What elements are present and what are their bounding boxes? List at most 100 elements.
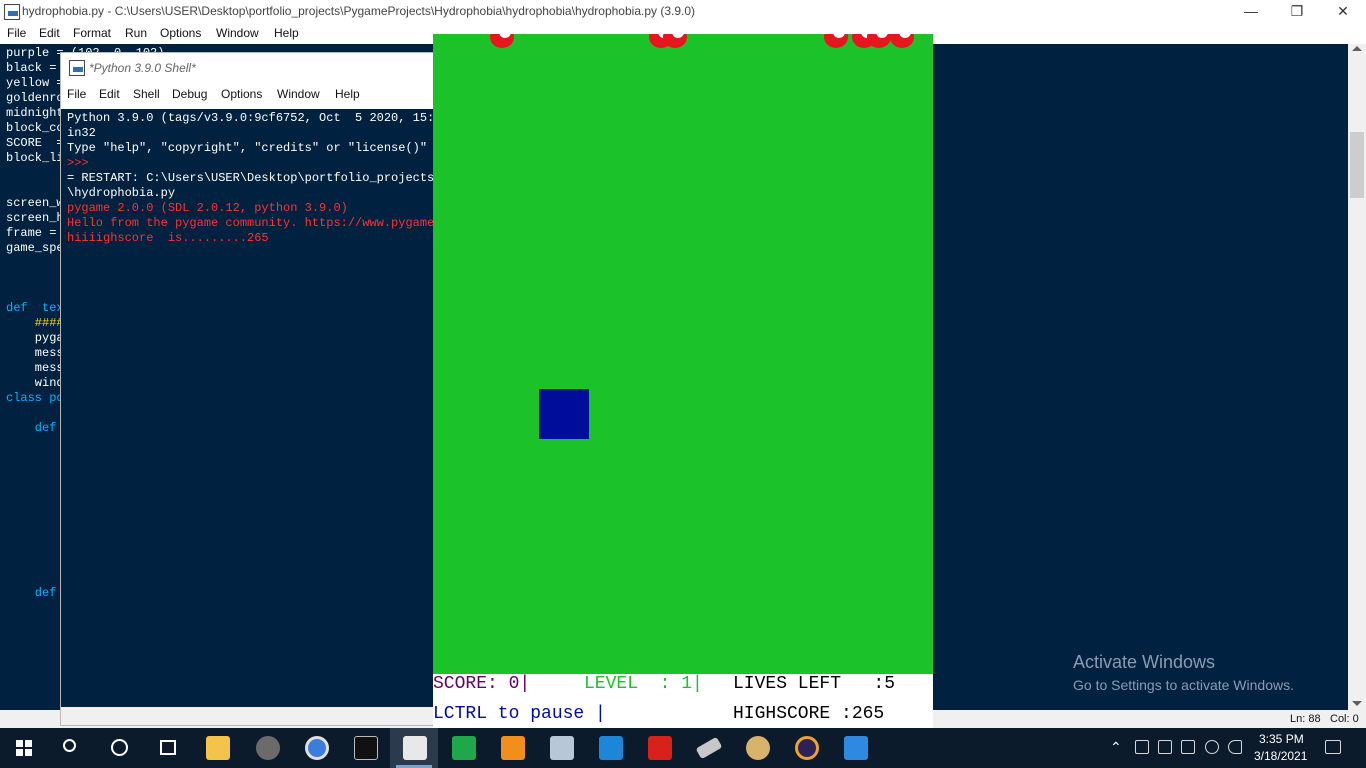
tray-chevron-icon[interactable]: ⌃ bbox=[1110, 739, 1122, 756]
shell-output-line: in32 bbox=[67, 126, 96, 140]
score-label: SCORE: 0| bbox=[433, 674, 531, 694]
search-icon[interactable] bbox=[63, 739, 76, 752]
paint-icon[interactable] bbox=[746, 736, 770, 760]
code-line: frame = bbox=[6, 226, 57, 240]
shell-output-line: pygame 2.0.0 (SDL 2.0.12, python 3.9.0) bbox=[67, 201, 348, 215]
code-line: block_li bbox=[6, 151, 64, 165]
tray-network-icon[interactable] bbox=[1158, 740, 1172, 754]
menu-options[interactable]: Options bbox=[160, 26, 201, 40]
pycharm-icon[interactable] bbox=[452, 736, 476, 760]
activation-watermark-subtitle: Go to Settings to activate Windows. bbox=[1073, 677, 1294, 693]
shell-output-line: \hydrophobia.py bbox=[67, 186, 176, 200]
idle-file-icon bbox=[4, 4, 20, 20]
code-line: def bbox=[6, 586, 57, 600]
eclipse-icon[interactable] bbox=[795, 736, 819, 760]
code-line: block_co bbox=[6, 121, 64, 135]
editor-titlebar[interactable]: hydrophobia.py - C:\Users\USER\Desktop\p… bbox=[0, 0, 1366, 24]
highscore-label: HIGHSCORE :265 bbox=[733, 704, 885, 724]
menu-run[interactable]: Run bbox=[125, 26, 147, 40]
col-indicator: Col: 0 bbox=[1330, 713, 1359, 725]
tray-language-icon[interactable] bbox=[1205, 740, 1219, 754]
chrome-icon[interactable] bbox=[305, 736, 329, 760]
level-label: LEVEL : 1| bbox=[584, 674, 703, 694]
falling-ball bbox=[890, 34, 914, 48]
taskbar: ⌃ 3:35 PM 3/18/2021 bbox=[0, 728, 1366, 768]
tray-volume-icon[interactable] bbox=[1228, 740, 1242, 754]
lives-label: LIVES LEFT :5 bbox=[733, 674, 896, 694]
shell-output[interactable]: Python 3.9.0 (tags/v3.9.0:9cf6752, Oct 5… bbox=[61, 109, 434, 709]
code-line: wind bbox=[6, 376, 64, 390]
falling-ball bbox=[824, 34, 848, 48]
shell-menu-file[interactable]: File bbox=[67, 87, 86, 101]
pygame-window[interactable]: SCORE: 0| LEVEL : 1| LIVES LEFT :5 LCTRL… bbox=[433, 34, 933, 728]
python-shell-window: *Python 3.9.0 Shell* File Edit Shell Deb… bbox=[60, 52, 434, 726]
code-line: screen_w bbox=[6, 196, 64, 210]
pause-hint: LCTRL to pause | bbox=[433, 704, 606, 724]
photos-icon[interactable] bbox=[550, 736, 574, 760]
code-line: screen_h bbox=[6, 211, 64, 225]
close-button[interactable]: ✕ bbox=[1320, 0, 1366, 24]
media-player-icon[interactable] bbox=[256, 736, 280, 760]
code-line: class po bbox=[6, 391, 64, 405]
shell-output-line: Hello from the pygame community. https:/… bbox=[67, 216, 434, 230]
shell-output-line: hiiiighscore is.........265 bbox=[67, 231, 269, 245]
code-line: game_spe bbox=[6, 241, 64, 255]
shell-output-line: Python 3.9.0 (tags/v3.9.0:9cf6752, Oct 5… bbox=[67, 111, 434, 125]
shell-menu-debug[interactable]: Debug bbox=[172, 87, 207, 101]
usb-icon[interactable] bbox=[695, 736, 723, 760]
notifications-icon[interactable] bbox=[1325, 740, 1341, 754]
player-block bbox=[539, 389, 589, 439]
activation-watermark-title: Activate Windows bbox=[1073, 652, 1216, 672]
code-line: yellow = bbox=[6, 76, 64, 90]
cortana-icon[interactable] bbox=[111, 739, 128, 756]
shell-menu-shell[interactable]: Shell bbox=[133, 87, 160, 101]
tray-time[interactable]: 3:35 PM bbox=[1259, 732, 1304, 746]
scrollbar-thumb[interactable] bbox=[1350, 132, 1364, 198]
menu-window[interactable]: Window bbox=[216, 26, 259, 40]
menu-file[interactable]: File bbox=[7, 26, 26, 40]
shell-output-line: >>> bbox=[67, 156, 89, 170]
scroll-down-icon[interactable] bbox=[1352, 701, 1362, 706]
shell-title[interactable]: *Python 3.9.0 Shell* bbox=[89, 61, 196, 75]
code-line: mess bbox=[6, 361, 64, 375]
editor-title: hydrophobia.py - C:\Users\USER\Desktop\p… bbox=[22, 4, 696, 18]
code-line: mess bbox=[6, 346, 64, 360]
shell-menu-options[interactable]: Options bbox=[221, 87, 262, 101]
restore-button[interactable]: ❐ bbox=[1274, 0, 1320, 24]
shell-output-line: = RESTART: C:\Users\USER\Desktop\portfol… bbox=[67, 171, 434, 185]
shell-menu-window[interactable]: Window bbox=[277, 87, 320, 101]
photos-app-icon[interactable] bbox=[844, 736, 868, 760]
windows-start-icon[interactable] bbox=[16, 740, 32, 756]
menu-help[interactable]: Help bbox=[274, 26, 299, 40]
code-line: def tex bbox=[6, 301, 64, 315]
code-line: black = bbox=[6, 61, 57, 75]
task-view-icon[interactable] bbox=[160, 740, 176, 755]
tray-meet-icon[interactable] bbox=[1135, 740, 1149, 754]
tray-battery-icon[interactable] bbox=[1181, 740, 1195, 754]
vscode-icon[interactable] bbox=[599, 736, 623, 760]
line-indicator: Ln: 88 bbox=[1290, 713, 1321, 725]
code-line: #### bbox=[6, 316, 64, 330]
idle-shell-icon bbox=[69, 60, 85, 76]
editor-vertical-scrollbar[interactable] bbox=[1348, 44, 1366, 710]
scroll-up-icon[interactable] bbox=[1352, 46, 1362, 51]
shell-horizontal-scrollbar[interactable] bbox=[61, 707, 434, 725]
sublime-text-icon[interactable] bbox=[501, 736, 525, 760]
file-explorer-icon[interactable] bbox=[206, 736, 230, 760]
code-line: goldenro bbox=[6, 91, 64, 105]
cmd-icon[interactable] bbox=[354, 736, 378, 760]
game-field[interactable] bbox=[433, 34, 933, 674]
acrobat-icon[interactable] bbox=[648, 736, 672, 760]
code-line: pyga bbox=[6, 331, 64, 345]
python-idle-icon[interactable] bbox=[403, 736, 427, 760]
minimize-button[interactable]: — bbox=[1228, 0, 1274, 24]
tray-date[interactable]: 3/18/2021 bbox=[1254, 749, 1307, 763]
shell-menu-edit[interactable]: Edit bbox=[99, 87, 120, 101]
menu-edit[interactable]: Edit bbox=[39, 26, 60, 40]
menu-format[interactable]: Format bbox=[73, 26, 111, 40]
shell-output-line: Type "help", "copyright", "credits" or "… bbox=[67, 141, 434, 155]
code-line: midnight bbox=[6, 106, 64, 120]
code-line: SCORE = bbox=[6, 136, 64, 150]
code-line: def bbox=[6, 421, 57, 435]
shell-menu-help[interactable]: Help bbox=[335, 87, 360, 101]
